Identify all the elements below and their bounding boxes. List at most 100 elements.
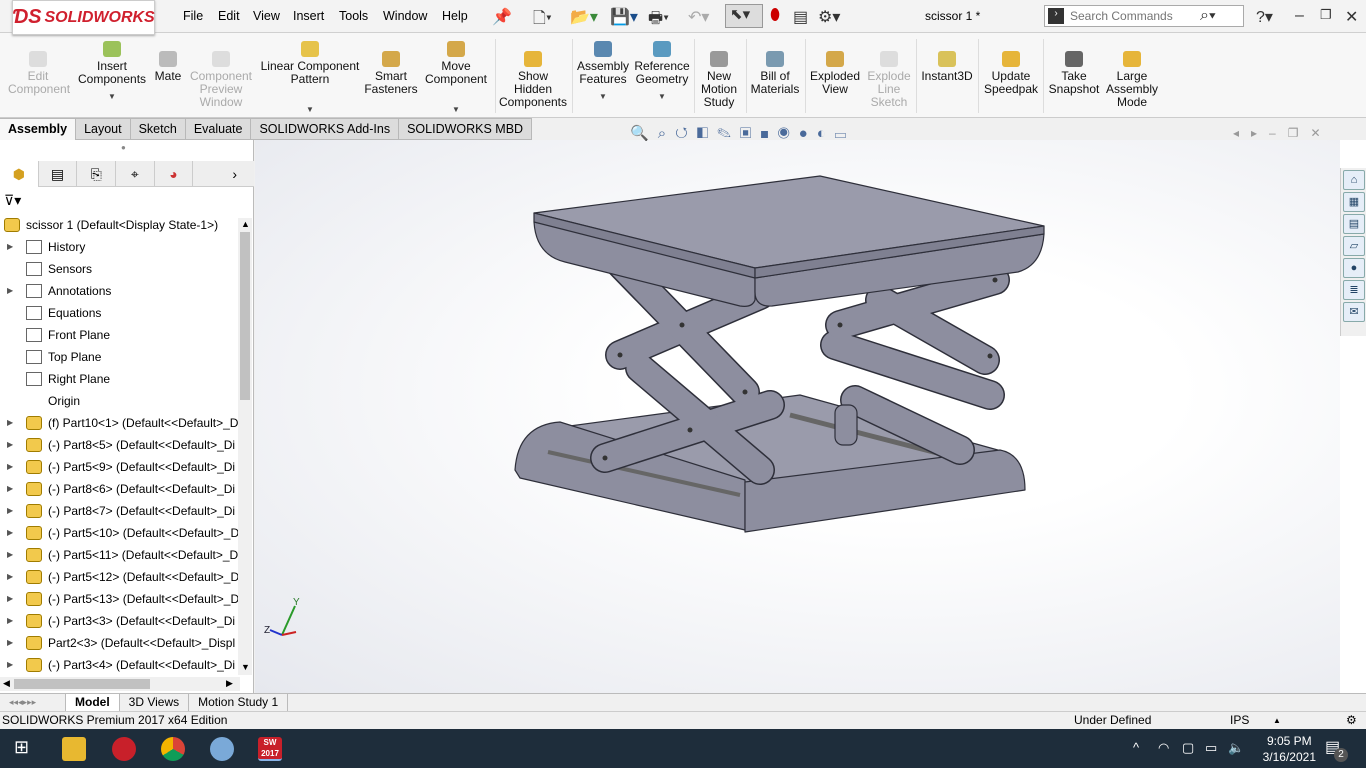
apply-scene-icon[interactable]: ◐: [817, 125, 835, 142]
assembly-features-button[interactable]: Assembly Features ▼: [575, 41, 631, 103]
linear-component-pattern-button[interactable]: Linear Component Pattern ▼: [258, 41, 362, 116]
expand-arrow-icon[interactable]: ▶: [7, 610, 13, 632]
expand-arrow-icon[interactable]: ▶: [7, 522, 13, 544]
new-motion-study-button[interactable]: New Motion Study: [697, 51, 741, 109]
search-icon[interactable]: ⌕▾: [1200, 7, 1216, 25]
viewport-window-controls[interactable]: ◂▸–❐✕: [1233, 126, 1333, 140]
search-commands[interactable]: › ⌕▾: [1044, 5, 1244, 27]
splitter-handle[interactable]: ●: [121, 143, 126, 152]
tree-hscroll-thumb[interactable]: [14, 679, 150, 689]
chevron-down-icon[interactable]: ▼: [424, 103, 488, 116]
volume-icon[interactable]: 🔈: [1228, 740, 1244, 756]
filter-icon[interactable]: ⊽▾: [4, 192, 21, 209]
menu-file[interactable]: File: [183, 9, 203, 23]
tree-item[interactable]: ▶ (-) Part3<4> (Default<<Default>_Di: [0, 654, 238, 676]
tab-motion-study[interactable]: Motion Study 1: [189, 694, 289, 711]
property-manager-tab-icon[interactable]: ▤: [39, 161, 78, 187]
tab-layout[interactable]: Layout: [76, 118, 131, 140]
expand-arrow-icon[interactable]: ▶: [7, 478, 13, 500]
battery-icon[interactable]: ▭: [1205, 740, 1217, 756]
feature-manager-tab-icon[interactable]: ⬢: [0, 161, 39, 187]
design-library-icon[interactable]: ▤: [1343, 214, 1365, 234]
menu-view[interactable]: View: [253, 9, 280, 23]
solidworks-logo[interactable]: ƊS SOLIDWORKS: [12, 0, 155, 35]
tab-3d-views[interactable]: 3D Views: [120, 694, 190, 711]
expand-arrow-icon[interactable]: ▶: [7, 588, 13, 610]
insert-components-button[interactable]: Insert Components ▼: [78, 41, 146, 103]
tab-scroll-arrows[interactable]: ◂◂◂▸▸▸: [0, 694, 66, 711]
expand-arrow-icon[interactable]: ▶: [7, 654, 13, 676]
tab-addins[interactable]: SOLIDWORKS Add-Ins: [251, 118, 400, 140]
expand-arrow-icon[interactable]: ▶: [7, 280, 13, 302]
tree-item[interactable]: ▶ (-) Part8<5> (Default<<Default>_Di: [0, 434, 238, 456]
search-input[interactable]: [1070, 9, 1200, 23]
menu-insert[interactable]: Insert: [293, 9, 324, 23]
heads-up-view-toolbar[interactable]: 🔍⌕↺◧✎▣◼◉●◐▭: [630, 124, 855, 142]
tree-item[interactable]: Top Plane: [0, 346, 238, 368]
scroll-right-icon[interactable]: ▶: [226, 678, 233, 689]
expand-arrow-icon[interactable]: ▶: [7, 236, 13, 258]
tree-root[interactable]: scissor 1 (Default<Display State-1>): [0, 214, 238, 236]
expand-arrow-icon[interactable]: ▶: [7, 544, 13, 566]
tree-item[interactable]: ▶ (f) Part10<1> (Default<<Default>_D: [0, 412, 238, 434]
large-assembly-mode-button[interactable]: Large Assembly Mode: [1106, 51, 1158, 109]
units-chevron-up-icon[interactable]: ▲: [1273, 712, 1281, 729]
open-icon[interactable]: 📂▾: [570, 7, 598, 27]
app-icon[interactable]: [112, 737, 136, 761]
scissor-lift-model[interactable]: Y Z: [255, 140, 1340, 693]
scroll-left-icon[interactable]: ◀: [3, 678, 10, 689]
show-hidden-icons[interactable]: ^: [1133, 740, 1139, 755]
view-orientation-icon[interactable]: ▣: [740, 125, 760, 142]
menu-help[interactable]: Help: [442, 9, 468, 23]
help-icon[interactable]: ?▾: [1256, 7, 1273, 27]
display-style-icon[interactable]: ◼: [760, 125, 778, 142]
menu-tools[interactable]: Tools: [339, 9, 368, 23]
tree-item[interactable]: ▶ Part2<3> (Default<<Default>_Displ: [0, 632, 238, 654]
scroll-down-icon[interactable]: ▼: [241, 662, 250, 672]
pin-icon[interactable]: 📌: [492, 7, 512, 27]
tree-item[interactable]: ▶ (-) Part8<7> (Default<<Default>_Di: [0, 500, 238, 522]
tab-sketch[interactable]: Sketch: [130, 118, 186, 140]
tab-evaluate[interactable]: Evaluate: [185, 118, 252, 140]
clock[interactable]: 9:05 PM 3/16/2021: [1263, 733, 1316, 765]
edit-appearance-icon[interactable]: ●: [799, 125, 817, 142]
edit-component-button[interactable]: Edit Component: [8, 51, 70, 96]
previous-view-icon[interactable]: ↺: [675, 125, 697, 142]
menu-window[interactable]: Window: [383, 9, 427, 23]
windows-start-icon[interactable]: ⊞: [14, 737, 29, 758]
tree-item[interactable]: Equations: [0, 302, 238, 324]
wifi-icon[interactable]: ◠: [1158, 740, 1169, 756]
mate-button[interactable]: Mate: [152, 51, 184, 83]
rebuild-icon[interactable]: ⬮: [770, 7, 780, 25]
hide-show-icon[interactable]: ◉: [778, 125, 799, 142]
tree-item[interactable]: ▶ (-) Part3<3> (Default<<Default>_Di: [0, 610, 238, 632]
move-component-button[interactable]: Move Component ▼: [424, 41, 488, 116]
tree-item[interactable]: Sensors: [0, 258, 238, 280]
component-preview-window-button[interactable]: Component Preview Window: [188, 51, 254, 109]
chrome-icon[interactable]: [161, 737, 185, 761]
chevron-down-icon[interactable]: ▼: [258, 103, 362, 116]
paint-icon[interactable]: [210, 737, 234, 761]
options-gear-icon[interactable]: ⚙▾: [818, 7, 840, 27]
instant3d-button[interactable]: Instant3D: [920, 51, 974, 83]
zoom-area-icon[interactable]: ⌕: [658, 125, 675, 142]
solidworks-taskbar-icon[interactable]: SW 2017: [258, 737, 282, 761]
take-snapshot-button[interactable]: Take Snapshot: [1046, 51, 1102, 96]
tree-item[interactable]: ▶ (-) Part5<9> (Default<<Default>_Di: [0, 456, 238, 478]
print-icon[interactable]: 🖶▾: [648, 7, 669, 34]
smart-fasteners-button[interactable]: Smart Fasteners: [364, 51, 418, 96]
bill-of-materials-button[interactable]: Bill of Materials: [750, 51, 800, 96]
expand-arrow-icon[interactable]: ▶: [7, 434, 13, 456]
tree-scroll-thumb[interactable]: [240, 232, 250, 400]
undo-icon[interactable]: ↶▾: [688, 7, 709, 27]
save-icon[interactable]: 💾▾: [610, 7, 638, 27]
chevron-down-icon[interactable]: ▼: [78, 90, 146, 103]
expand-arrow-icon[interactable]: ▶: [7, 500, 13, 522]
unit-system[interactable]: IPS: [1230, 712, 1249, 729]
close-icon[interactable]: ✕: [1345, 7, 1358, 27]
panel-tabs-more-icon[interactable]: ›: [215, 161, 254, 187]
file-explorer-icon[interactable]: [62, 737, 86, 761]
expand-arrow-icon[interactable]: ▶: [7, 456, 13, 478]
forum-icon[interactable]: ✉: [1343, 302, 1365, 322]
tree-item[interactable]: ▶ History: [0, 236, 238, 258]
